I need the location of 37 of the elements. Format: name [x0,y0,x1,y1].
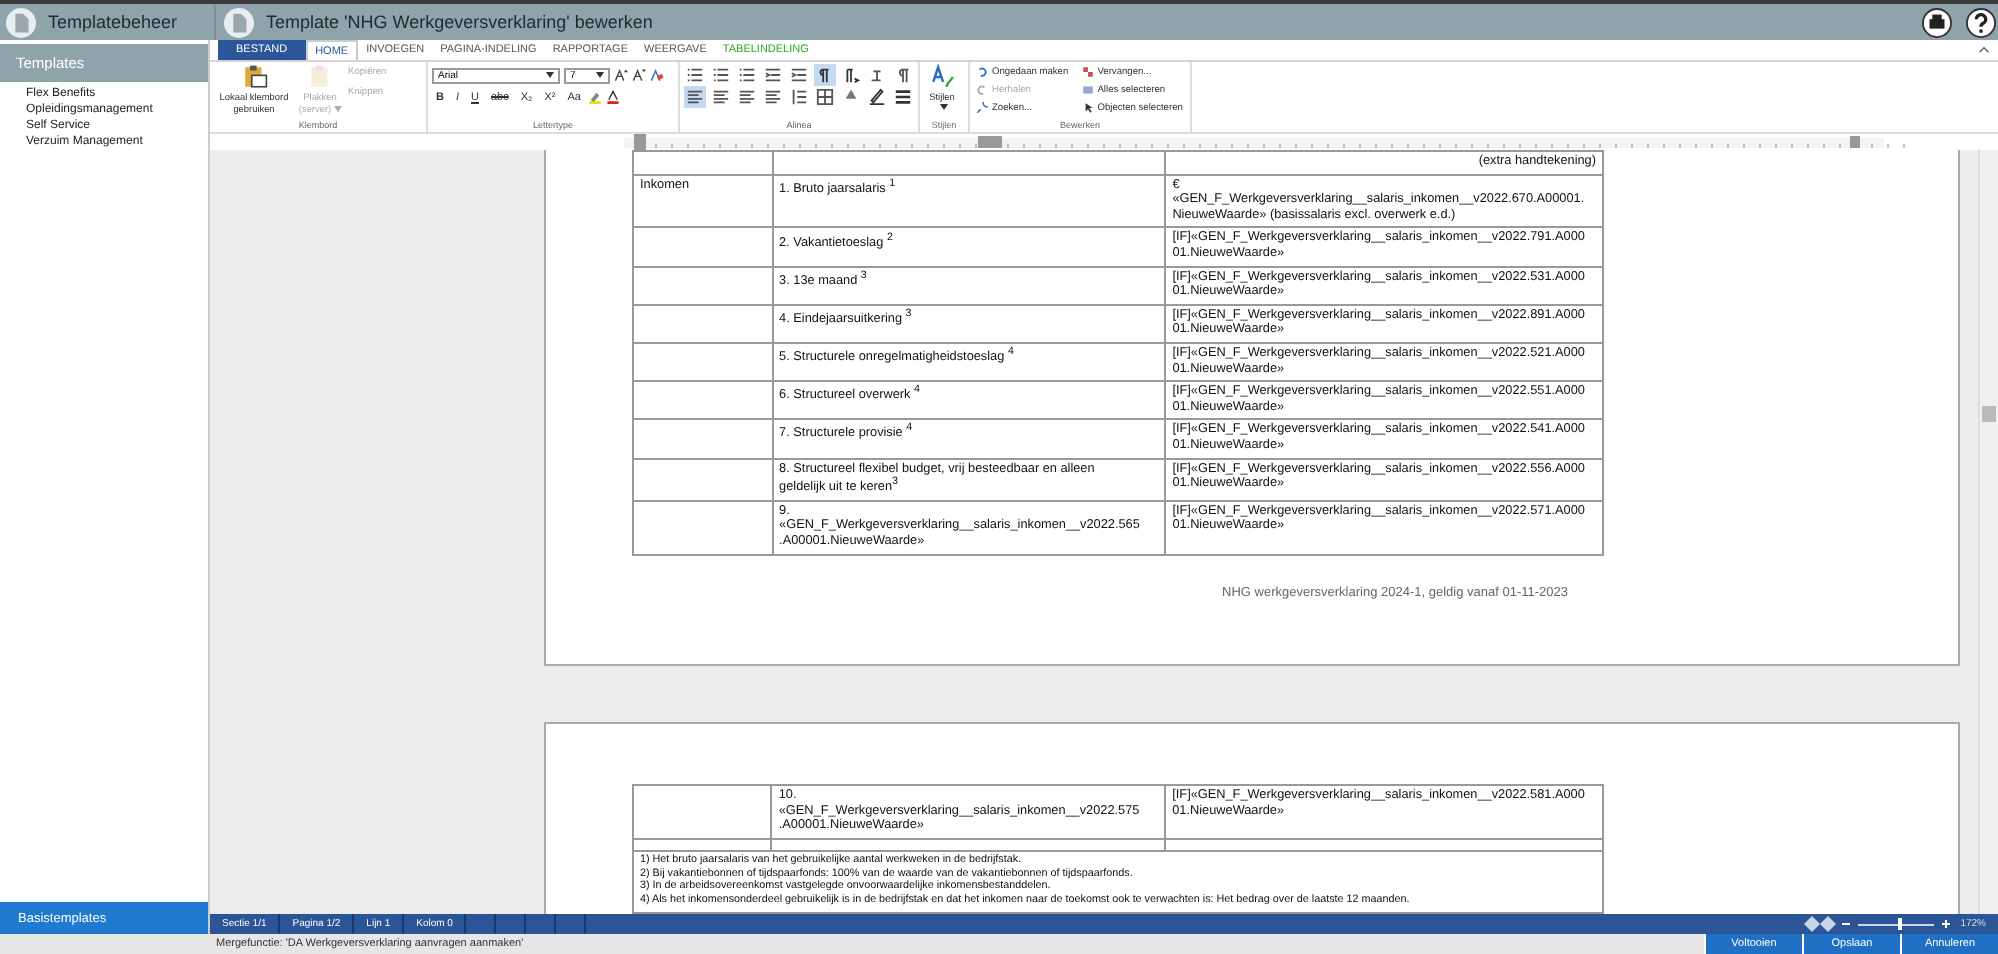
grow-font-icon[interactable] [614,68,628,82]
clipboard-icon [307,64,333,90]
app-title: Templatebeheer [48,12,178,32]
paragraph-tool-icon[interactable] [866,86,888,108]
paragraph-tool-icon[interactable] [788,86,810,108]
caret-icon [546,72,554,78]
help-icon[interactable] [1966,7,1996,37]
search-icon [976,102,988,114]
view-mode-icon[interactable] [1804,916,1837,932]
zoom-slider[interactable] [1858,918,1935,930]
paragraph-tool-icon[interactable] [762,64,784,86]
font-color-icon[interactable] [606,90,621,104]
zoom-slider-thumb[interactable] [1898,918,1903,930]
square-icon [1081,84,1094,96]
zoom-in-icon[interactable] [1940,918,1953,930]
paragraph-tool-icon[interactable] [736,86,758,108]
paragraph-tool-icon[interactable] [736,64,758,86]
zoom-out-icon[interactable] [1840,918,1853,930]
paragraph-tool-icon[interactable] [814,86,836,108]
editor-title: Template 'NHG Werkgeversverklaring' bewerken [266,12,653,32]
clear-format-icon[interactable] [650,68,664,82]
paragraph-tool-icon[interactable] [684,64,706,86]
paragraph-tool-icon[interactable] [788,64,810,86]
printer-icon[interactable] [1922,7,1952,37]
paragraph-tool-icon[interactable] [814,64,836,86]
paragraph-tool-icon[interactable] [892,86,914,108]
caret-icon [333,105,342,111]
shrink-font-icon[interactable] [632,68,646,82]
collapse-icon[interactable] [1978,46,1990,54]
caret-icon [596,72,604,78]
paragraph-tool-icon[interactable] [762,86,784,108]
cursor-icon [1081,102,1094,114]
caret-icon [939,103,947,109]
scrollbar-thumb[interactable] [1982,406,1996,422]
paragraph-tool-icon[interactable] [710,64,732,86]
styles-icon [929,64,955,90]
paragraph-tool-icon[interactable] [710,86,732,108]
